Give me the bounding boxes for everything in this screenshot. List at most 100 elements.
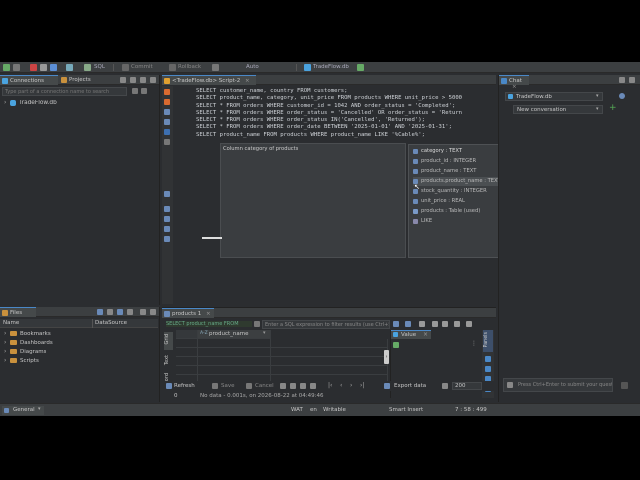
chevron-right-icon[interactable]: ›: [4, 357, 6, 364]
chevron-right-icon[interactable]: ›: [4, 330, 6, 337]
next-page-icon[interactable]: ›: [350, 382, 352, 389]
autocomplete-item[interactable]: stock_quantity : INTEGER: [413, 187, 487, 196]
execute-script-icon[interactable]: [164, 99, 170, 105]
autocomplete-item[interactable]: unit_price : REAL: [413, 197, 465, 206]
first-page-icon[interactable]: |‹: [328, 382, 332, 389]
configure-icon[interactable]: [127, 309, 133, 315]
column-datasource[interactable]: DataSource: [95, 320, 127, 326]
toolbar-icon[interactable]: [40, 64, 47, 71]
chat-input[interactable]: Press Ctrl+Enter to submit your question: [503, 378, 613, 392]
variables-icon[interactable]: [164, 236, 170, 242]
ai-assistant-icon[interactable]: [164, 129, 170, 135]
autocomplete-item[interactable]: product_id : INTEGER: [413, 157, 476, 166]
autocomplete-item[interactable]: product_name : TEXT: [413, 167, 476, 176]
previous-page-icon[interactable]: ‹: [340, 382, 342, 389]
transaction-mode-button[interactable]: Auto: [246, 64, 259, 70]
close-icon[interactable]: ×: [512, 84, 517, 90]
cancel-icon[interactable]: [246, 383, 252, 389]
refresh-icon[interactable]: [166, 383, 172, 389]
collapse-panel-toggle[interactable]: ›: [384, 350, 389, 364]
add-icon[interactable]: [120, 77, 126, 83]
connection-search-input[interactable]: Type part of a connection name to search: [2, 87, 127, 96]
rollback-button[interactable]: Rollback: [178, 64, 201, 70]
file-item-scripts[interactable]: › Scripts: [2, 357, 102, 366]
refresh-button[interactable]: Refresh: [174, 383, 195, 389]
collapse-icon[interactable]: [107, 309, 113, 315]
autocomplete-item[interactable]: category : TEXT: [413, 147, 462, 156]
results-filter-input[interactable]: Enter a SQL expression to filter results…: [262, 320, 390, 329]
close-icon[interactable]: ×: [206, 311, 211, 317]
minimize-icon[interactable]: [140, 309, 146, 315]
tab-value[interactable]: Value ×: [391, 330, 431, 339]
tab-grid[interactable]: Grid: [164, 332, 173, 350]
commit-icon[interactable]: [122, 64, 129, 71]
toolbar-icon[interactable]: [66, 64, 73, 71]
grid-cell[interactable]: [271, 357, 388, 366]
new-conversation-icon[interactable]: +: [609, 103, 617, 113]
last-page-icon[interactable]: ›|: [360, 382, 364, 389]
execute-statement-icon[interactable]: [164, 89, 170, 95]
grid-cell[interactable]: [271, 339, 388, 348]
copy-row-icon[interactable]: [300, 383, 306, 389]
value-format-icon[interactable]: [393, 342, 399, 348]
tab-script-2[interactable]: <TradeFlow.db> Script-2 ×: [162, 75, 256, 85]
format-selector[interactable]: General ▾: [2, 406, 44, 415]
settings-icon[interactable]: [454, 321, 460, 327]
splitter-handle[interactable]: [202, 237, 222, 239]
sort-icon[interactable]: ▾: [263, 330, 266, 336]
tree-item-tradeflow-db[interactable]: › TradeFlow.db: [2, 99, 102, 108]
delete-row-icon[interactable]: [310, 383, 316, 389]
link-icon[interactable]: [97, 309, 103, 315]
grid-cell[interactable]: [198, 366, 271, 375]
results-icon[interactable]: [164, 216, 170, 222]
more-options-icon[interactable]: ⋮: [471, 340, 477, 347]
autocomplete-item-selected[interactable]: products.product_name : TEXT: [413, 177, 501, 186]
maximize-icon[interactable]: [629, 77, 635, 83]
column-name[interactable]: Name: [3, 320, 19, 326]
commit-button[interactable]: Commit: [131, 64, 153, 70]
close-icon[interactable]: ×: [245, 78, 250, 84]
close-icon[interactable]: ×: [423, 331, 428, 338]
explain-plan-icon[interactable]: [164, 119, 170, 125]
filter-icon[interactable]: [254, 321, 260, 327]
grid-cell[interactable]: [271, 366, 388, 375]
file-item-diagrams[interactable]: › Diagrams: [2, 348, 102, 357]
grid-cell[interactable]: [198, 357, 271, 366]
grid-cell[interactable]: [198, 348, 271, 357]
tab-files[interactable]: Files: [0, 307, 36, 317]
minimize-icon[interactable]: [619, 77, 625, 83]
add-icon[interactable]: [117, 309, 123, 315]
outline-icon[interactable]: [164, 206, 170, 212]
rollback-icon[interactable]: [169, 64, 176, 71]
settings-icon[interactable]: [141, 88, 147, 94]
tab-projects[interactable]: Projects: [59, 75, 99, 85]
fetch-limit-input[interactable]: 200: [452, 382, 482, 390]
save-button[interactable]: Save: [221, 383, 235, 389]
attach-icon[interactable]: [507, 382, 513, 388]
panel-icon[interactable]: [485, 356, 491, 362]
chevron-right-icon[interactable]: ›: [4, 99, 6, 106]
chat-datasource-select[interactable]: TradeFlow.db ▾: [505, 92, 603, 101]
disconnect-icon[interactable]: [30, 64, 37, 71]
chat-conversation-select[interactable]: New conversation ▾: [513, 105, 603, 114]
file-item-dashboards[interactable]: › Dashboards: [2, 339, 102, 348]
tab-text[interactable]: Text: [164, 354, 173, 368]
active-datasource-selector[interactable]: TradeFlow.db: [313, 64, 349, 70]
chevron-right-icon[interactable]: ›: [4, 339, 6, 346]
add-row-icon[interactable]: [290, 383, 296, 389]
clear-filter-icon[interactable]: [419, 321, 425, 327]
grid-cell[interactable]: [198, 339, 271, 348]
tab-chat[interactable]: Chat ×: [499, 75, 529, 90]
apply-filter-icon[interactable]: [393, 321, 399, 327]
schema-icon[interactable]: [357, 64, 364, 71]
output-icon[interactable]: [164, 226, 170, 232]
settings-icon[interactable]: [619, 93, 625, 99]
export-data-button[interactable]: Export data: [394, 383, 426, 389]
panel-icon[interactable]: [485, 366, 491, 372]
toolbar-icon[interactable]: [50, 64, 57, 71]
settings-icon[interactable]: [164, 191, 170, 197]
file-item-bookmarks[interactable]: › Bookmarks: [2, 330, 102, 339]
format-icon[interactable]: [164, 139, 170, 145]
tab-panels[interactable]: Panels: [483, 330, 493, 352]
send-icon[interactable]: [621, 382, 628, 389]
